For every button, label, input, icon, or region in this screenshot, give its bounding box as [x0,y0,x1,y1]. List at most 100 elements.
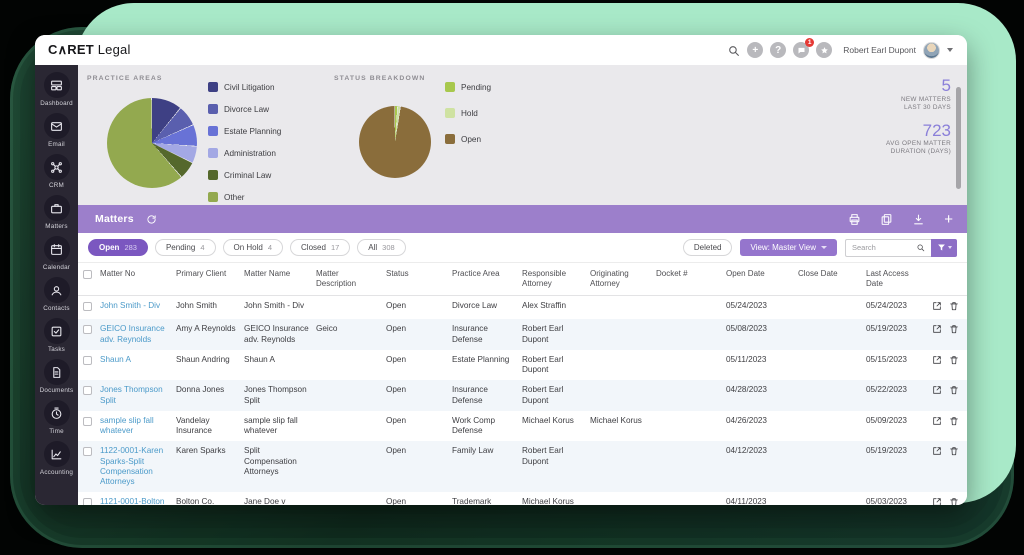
column-header-docket[interactable]: Docket # [654,263,724,285]
row-checkbox[interactable] [82,355,92,365]
cell-primary_client: Amy A Reynolds [176,324,236,334]
tab-on-hold[interactable]: On Hold 4 [222,239,284,256]
matter-link[interactable]: John Smith - Div [100,301,160,310]
refresh-icon[interactable] [146,214,157,225]
matter-link[interactable]: 1121-0001-Bolton Co.- Jane Doe v Initech [100,497,165,505]
matter-link[interactable]: 1122-0001-Karen Sparks-Split Compensatio… [100,446,163,486]
cell-status: Open [386,497,407,505]
cell-matter_no[interactable]: Jones Thompson Split [98,380,174,411]
matter-link[interactable]: Jones Thompson Split [100,385,163,404]
column-header-matter_name[interactable]: Matter Name [242,263,314,285]
column-header-close_date[interactable]: Close Date [796,263,864,285]
column-header-matter_no[interactable]: Matter No [98,263,174,285]
row-checkbox[interactable] [82,386,92,396]
cell-matter_no[interactable]: 1122-0001-Karen Sparks-Split Compensatio… [98,441,174,492]
trash-icon[interactable] [949,324,959,337]
select-all-checkbox[interactable] [82,270,92,279]
search-input[interactable] [852,243,912,252]
row-checkbox[interactable] [82,325,92,335]
trash-icon[interactable] [949,446,959,459]
table-body: John Smith - Div John Smith John Smith - D… [78,296,967,505]
cell-matter_description [314,296,384,306]
deleted-button[interactable]: Deleted [682,239,733,256]
tab-all[interactable]: All 308 [357,239,406,256]
sidebar-item-time[interactable]: Time [35,400,78,435]
row-actions [926,319,967,342]
sidebar-item-matters[interactable]: Matters [35,195,78,230]
sidebar-item-accounting[interactable]: Accounting [35,441,78,476]
column-header-open_date[interactable]: Open Date [724,263,796,285]
print-icon[interactable] [848,213,861,226]
column-header-matter_description[interactable]: Matter Description [314,263,384,295]
open-new-icon[interactable] [932,446,942,459]
stat-label: AVG OPEN MATTER DURATION (DAYS) [886,140,951,156]
sidebar-item-contacts[interactable]: Contacts [35,277,78,312]
cell-matter_no[interactable]: 1121-0001-Bolton Co.- Jane Doe v Initech [98,492,174,505]
trash-icon[interactable] [949,301,959,314]
open-new-icon[interactable] [932,324,942,337]
chat-icon[interactable]: 1 [793,38,815,58]
avatar[interactable] [923,41,940,59]
trash-icon[interactable] [949,416,959,429]
sidebar-item-email[interactable]: Email [35,113,78,148]
status-breakdown-pie-chart [359,106,431,178]
sidebar-item-documents[interactable]: Documents [35,359,78,394]
column-header-last_access[interactable]: Last Access Date [864,263,926,295]
cell-practice_area: Divorce Law [452,301,498,310]
search-icon[interactable] [727,44,740,57]
report-icon[interactable] [880,213,893,226]
open-new-icon[interactable] [932,355,942,368]
matter-link[interactable]: sample slip fall whatever [100,416,154,435]
add-matter-button[interactable]: + [944,212,953,227]
column-header-originating_attorney[interactable]: Originating Attorney [588,263,654,295]
cell-last_access: 05/22/2023 [866,385,907,395]
open-new-icon[interactable] [932,416,942,429]
app-logo: C∧RET Legal [48,42,131,58]
cell-matter_name: sample slip fall whatever [244,415,298,435]
filter-button[interactable] [931,238,957,257]
sidebar-item-crm[interactable]: CRM [35,154,78,189]
column-header-responsible_attorney[interactable]: Responsible Attorney [520,263,588,295]
row-checkbox[interactable] [82,302,92,311]
sidebar-item-calendar[interactable]: Calendar [35,236,78,271]
dashboard-scrollbar[interactable] [956,87,961,189]
cell-matter_no[interactable]: Shaun A [98,350,174,370]
chevron-down-icon[interactable] [947,48,953,52]
row-checkbox[interactable] [82,498,92,505]
tab-closed[interactable]: Closed 17 [290,239,351,256]
trash-icon[interactable] [949,497,959,505]
add-icon[interactable]: + [747,42,764,58]
column-header-practice_area[interactable]: Practice Area [450,263,520,285]
trash-icon[interactable] [949,355,959,368]
legend-item: Hold [445,108,491,118]
matter-link[interactable]: GEICO Insurance adv. Reynolds [100,324,165,343]
matter-link[interactable]: Shaun A [100,355,131,364]
row-actions [926,492,967,505]
legend-label: Estate Planning [224,126,282,136]
cell-matter_no[interactable]: John Smith - Div [98,296,174,316]
favorites-icon[interactable] [816,42,833,58]
open-new-icon[interactable] [932,301,942,314]
trash-icon[interactable] [949,385,959,398]
sidebar-item-tasks[interactable]: Tasks [35,318,78,353]
column-header-status[interactable]: Status [384,263,450,285]
tab-open[interactable]: Open 283 [88,239,148,256]
sidebar-item-dashboard[interactable]: Dashboard [35,72,78,107]
status-breakdown-legend: Pending Hold Open [445,82,491,160]
row-checkbox[interactable] [82,447,92,457]
download-icon[interactable] [912,213,925,226]
main-content: PRACTICE AREAS Civil Litigation Divorce L… [78,65,967,505]
open-new-icon[interactable] [932,497,942,505]
tab-pending[interactable]: Pending 4 [154,239,216,256]
column-header-primary_client[interactable]: Primary Client [174,263,242,285]
row-select-cell [78,319,98,339]
row-checkbox[interactable] [82,416,92,426]
view-selector-button[interactable]: View: Master View [740,239,837,256]
user-name[interactable]: Robert Earl Dupont [843,45,916,55]
cell-matter_no[interactable]: sample slip fall whatever [98,411,174,442]
help-icon[interactable]: ? [770,42,787,58]
search-icon[interactable] [916,243,925,252]
table-row: GEICO Insurance adv. Reynolds Amy A Reyno… [78,319,967,350]
open-new-icon[interactable] [932,385,942,398]
cell-matter_no[interactable]: GEICO Insurance adv. Reynolds [98,319,174,350]
